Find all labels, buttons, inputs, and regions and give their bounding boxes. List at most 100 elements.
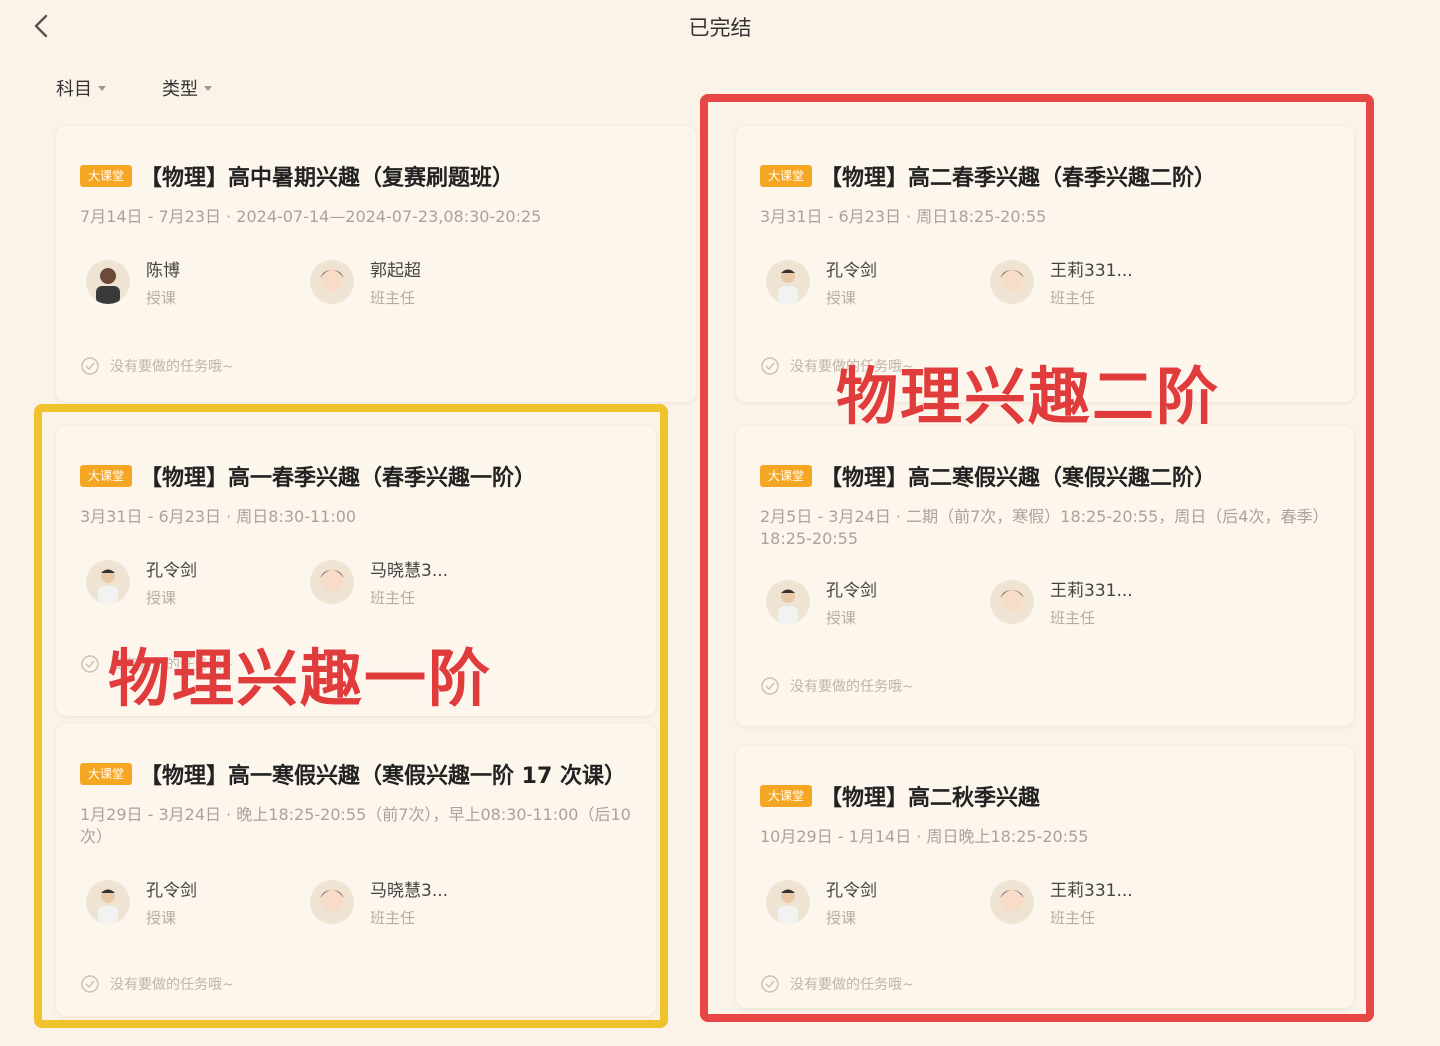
check-circle-icon (81, 357, 99, 375)
course-card[interactable]: 大课堂 【物理】高二寒假兴趣（寒假兴趣二阶） 2月5日 - 3月24日 · 二期… (736, 426, 1354, 726)
tutor-role: 班主任 (1050, 609, 1096, 627)
tutor-name: 郭起超 (370, 261, 421, 281)
class-tutor[interactable]: 王莉331... 班主任 (990, 876, 1133, 928)
tutor-avatar-icon (320, 889, 344, 911)
annotation-label-level-1: 物理兴趣一阶 (108, 642, 493, 715)
course-card[interactable]: 大课堂 【物理】高中暑期兴趣（复赛刷题班） 7月14日 - 7月23日 · 20… (56, 126, 696, 402)
tutor-role: 班主任 (370, 909, 416, 927)
course-card[interactable]: 大课堂 【物理】高一寒假兴趣（寒假兴趣一阶 17 次课） 1月29日 - 3月2… (56, 724, 656, 1016)
task-status: 没有要做的任务哦~ (80, 356, 234, 376)
top-bar: 已完结 (0, 0, 1440, 56)
filter-subject-label: 科目 (56, 79, 92, 100)
course-card[interactable]: 大课堂 【物理】高二秋季兴趣 10月29日 - 1月14日 · 周日晚上18:2… (736, 746, 1354, 1008)
tutor-avatar-icon (320, 569, 344, 591)
avatar (86, 560, 130, 604)
tutor-avatar-icon (1000, 269, 1024, 291)
teacher[interactable]: 孔令剑 授课 (86, 876, 197, 928)
check-circle-icon (81, 655, 99, 673)
check-circle-icon (761, 677, 779, 695)
teacher-role: 授课 (826, 289, 857, 307)
task-status: 没有要做的任务哦~ (760, 676, 914, 696)
teacher-avatar-icon (98, 569, 118, 604)
filter-bar: 科目 类型 (56, 74, 212, 102)
class-tutor[interactable]: 郭起超 班主任 (310, 256, 421, 308)
tutor-role: 班主任 (370, 289, 416, 307)
filter-type[interactable]: 类型 (162, 74, 212, 102)
teacher-name: 孔令剑 (146, 881, 197, 901)
teacher[interactable]: 孔令剑 授课 (766, 576, 877, 628)
course-schedule: 3月31日 - 6月23日 · 周日8:30-11:00 (80, 507, 357, 526)
teacher-avatar-icon (778, 889, 798, 924)
avatar (86, 880, 130, 924)
teacher-role: 授课 (146, 589, 177, 607)
class-tutor[interactable]: 马晓慧3... 班主任 (310, 556, 448, 608)
teacher-name: 孔令剑 (826, 261, 877, 281)
course-title: 【物理】高二春季兴趣（春季兴趣二阶） (820, 166, 1217, 191)
tutor-avatar-icon (1000, 889, 1024, 911)
teacher-avatar-icon (96, 268, 120, 304)
annotation-label-level-2: 物理兴趣二阶 (836, 360, 1221, 433)
avatar (766, 880, 810, 924)
course-title: 【物理】高一春季兴趣（春季兴趣一阶） (140, 466, 537, 491)
tutor-role: 班主任 (370, 589, 416, 607)
check-circle-icon (761, 975, 779, 993)
teacher[interactable]: 孔令剑 授课 (766, 876, 877, 928)
filter-type-label: 类型 (162, 79, 198, 100)
teacher-avatar-icon (778, 269, 798, 304)
avatar (990, 880, 1034, 924)
task-text: 没有要做的任务哦~ (110, 977, 234, 993)
tutor-name: 王莉331... (1050, 261, 1133, 281)
tutor-role: 班主任 (1050, 909, 1096, 927)
course-tag: 大课堂 (80, 165, 133, 187)
teacher-name: 陈博 (146, 261, 180, 281)
tutor-name: 马晓慧3... (370, 881, 449, 901)
task-text: 没有要做的任务哦~ (790, 679, 914, 695)
tutor-name: 马晓慧3... (370, 561, 449, 581)
teacher-role: 授课 (826, 609, 857, 627)
tutor-avatar-icon (320, 269, 344, 291)
course-tag: 大课堂 (80, 763, 133, 785)
teacher[interactable]: 陈博 授课 (86, 256, 180, 308)
caret-down-icon (98, 85, 106, 91)
tutor-name: 王莉331... (1050, 581, 1133, 601)
tutor-role: 班主任 (1050, 289, 1096, 307)
teacher[interactable]: 孔令剑 授课 (766, 256, 877, 308)
teacher-name: 孔令剑 (826, 881, 877, 901)
teacher-name: 孔令剑 (826, 581, 877, 601)
filter-subject[interactable]: 科目 (56, 74, 106, 102)
class-tutor[interactable]: 王莉331... 班主任 (990, 576, 1133, 628)
teacher-avatar-icon (98, 889, 118, 924)
avatar (766, 580, 810, 624)
tutor-avatar-icon (1000, 589, 1024, 611)
class-tutor[interactable]: 马晓慧3... 班主任 (310, 876, 448, 928)
course-title: 【物理】高一寒假兴趣（寒假兴趣一阶 17 次课） (140, 764, 626, 789)
avatar (310, 560, 354, 604)
page-title: 已完结 (688, 16, 752, 40)
teacher-role: 授课 (826, 909, 857, 927)
tutor-name: 王莉331... (1050, 881, 1133, 901)
avatar (86, 260, 130, 304)
task-text: 没有要做的任务哦~ (110, 359, 234, 375)
course-tag: 大课堂 (760, 465, 813, 487)
task-text: 没有要做的任务哦~ (790, 977, 914, 993)
teacher-name: 孔令剑 (146, 561, 197, 581)
course-schedule: 10月29日 - 1月14日 · 周日晚上18:25-20:55 (760, 827, 1089, 846)
course-tag: 大课堂 (80, 465, 133, 487)
course-tag: 大课堂 (760, 165, 813, 187)
teacher[interactable]: 孔令剑 授课 (86, 556, 197, 608)
course-title: 【物理】高中暑期兴趣（复赛刷题班） (140, 166, 515, 191)
task-status: 没有要做的任务哦~ (760, 974, 914, 994)
teacher-avatar-icon (778, 589, 798, 624)
class-tutor[interactable]: 王莉331... 班主任 (990, 256, 1133, 308)
avatar (990, 580, 1034, 624)
task-status: 没有要做的任务哦~ (80, 974, 234, 994)
teacher-role: 授课 (146, 909, 177, 927)
check-circle-icon (81, 975, 99, 993)
course-title: 【物理】高二秋季兴趣 (820, 786, 1041, 811)
avatar (310, 260, 354, 304)
avatar (310, 880, 354, 924)
avatar (990, 260, 1034, 304)
course-schedule: 3月31日 - 6月23日 · 周日18:25-20:55 (760, 207, 1047, 226)
course-schedule: 7月14日 - 7月23日 · 2024-07-14—2024-07-23,08… (80, 207, 542, 226)
course-title: 【物理】高二寒假兴趣（寒假兴趣二阶） (820, 466, 1217, 491)
